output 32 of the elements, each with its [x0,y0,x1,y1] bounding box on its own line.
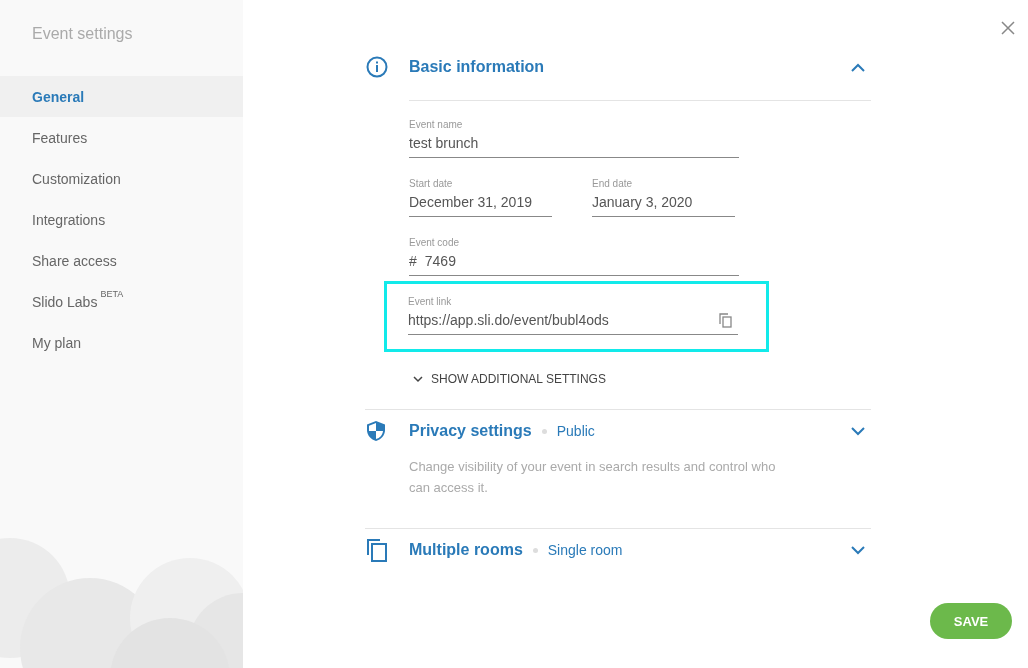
sidebar-item[interactable]: Features [0,117,243,158]
date-field[interactable]: Start date December 31, 2019 [409,178,552,217]
item-label: Slido Labs [32,293,98,310]
section-title[interactable]: Basic information [409,58,545,76]
section-title[interactable]: Privacy settings [409,422,532,440]
sidebar-item[interactable]: Slido Labs BETA [0,281,243,322]
info-icon [366,56,388,78]
show-settings-link[interactable]: SHOW ADDITIONAL SETTINGS [413,371,606,387]
copy-icon [366,538,388,562]
shield-icon [366,420,386,442]
section-status: Public [556,423,595,439]
chevron-down-icon [413,375,423,383]
sidebar-item[interactable]: My plan [0,322,243,363]
chevron-up-icon[interactable] [851,62,865,72]
input-field[interactable]: Event link https://app.sli.do/event/bubl4ods [408,296,738,335]
link-label: SHOW ADDITIONAL SETTINGS [431,372,606,386]
section-title[interactable]: Multiple rooms [409,541,523,559]
input-field[interactable]: Event name test brunch [409,119,739,158]
chevron-down-icon[interactable] [851,426,865,436]
beta-label: BETA [100,288,124,299]
chevron-down-icon[interactable] [851,545,865,555]
section-status: Single room [547,542,623,558]
copy-icon[interactable] [719,312,732,328]
sidebar-item[interactable]: Share access [0,240,243,281]
input-field[interactable]: Event code # 7469 [409,237,739,276]
sidebar-item[interactable]: Integrations [0,199,243,240]
section-description: Change visibility of your event in search results and control who can access it. [409,458,777,497]
date-field[interactable]: End date January 3, 2020 [592,178,735,217]
sidebar-item[interactable]: General [0,76,243,117]
close-icon[interactable] [1000,20,1016,36]
sidebar-item[interactable]: Customization [0,158,243,199]
sidebar-title: Event settings [32,24,133,44]
